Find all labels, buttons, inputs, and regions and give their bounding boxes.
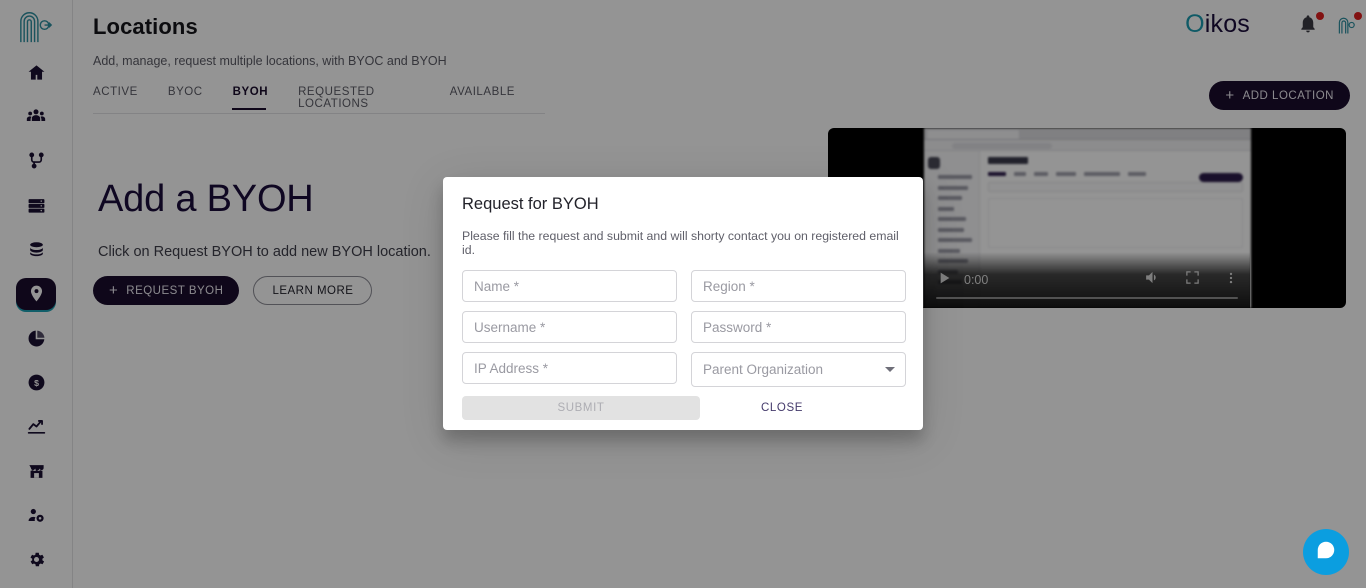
chat-widget-button[interactable] [1303, 529, 1349, 575]
name-field[interactable] [462, 270, 677, 302]
password-field[interactable] [691, 311, 906, 343]
dialog-title: Request for BYOH [462, 195, 904, 214]
ip-address-field[interactable] [462, 352, 677, 384]
request-byoh-dialog: Request for BYOH Please fill the request… [443, 177, 923, 430]
request-byoh-form: Parent Organization [462, 270, 904, 387]
submit-button[interactable]: SUBMIT [462, 396, 700, 420]
parent-organization-select-wrap: Parent Organization [691, 352, 906, 387]
dialog-subtitle: Please fill the request and submit and w… [462, 229, 904, 257]
chat-bubble-icon [1315, 539, 1337, 566]
close-button[interactable]: CLOSE [761, 402, 803, 414]
region-field[interactable] [691, 270, 906, 302]
parent-organization-select[interactable]: Parent Organization [691, 352, 906, 387]
dialog-actions: SUBMIT CLOSE [462, 396, 904, 420]
username-field[interactable] [462, 311, 677, 343]
app-root: Locations Add, manage, request multiple … [0, 0, 1366, 588]
